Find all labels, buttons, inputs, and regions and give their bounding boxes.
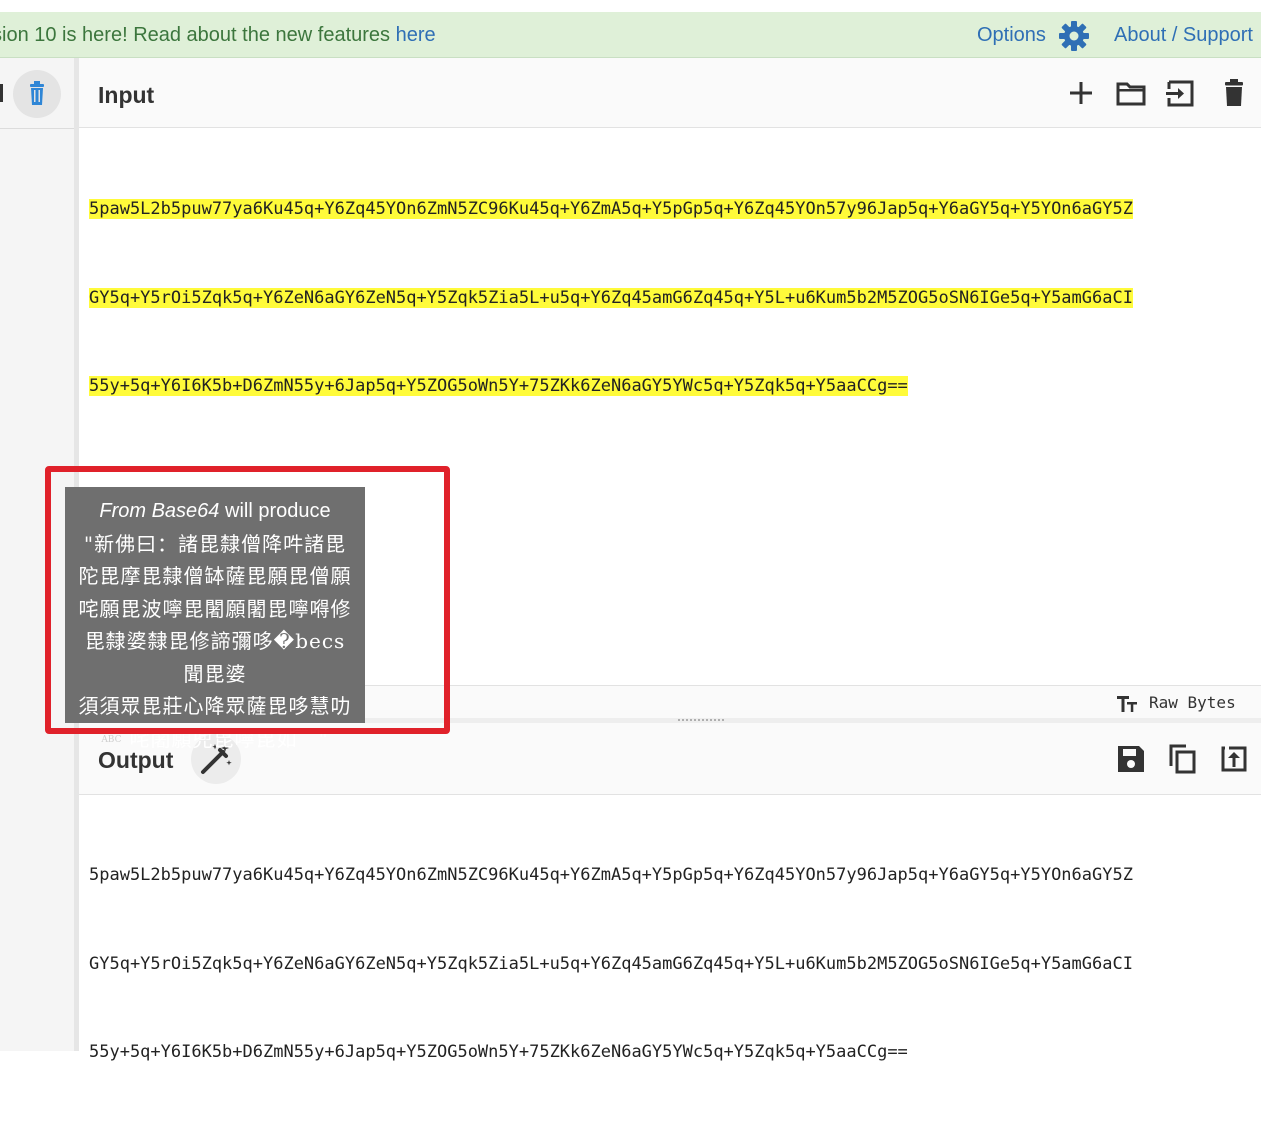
input-line: 5paw5L2b5puw77ya6Ku45q+Y6Zq45YOn6ZmN5ZC9… (89, 199, 1133, 219)
pane-edge (0, 84, 3, 102)
save-icon[interactable] (1116, 744, 1146, 774)
recipe-header (0, 58, 74, 129)
text-format-icon[interactable] (1116, 694, 1140, 714)
output-line: 5paw5L2b5puw77ya6Ku45q+Y6Zq45YOn6ZmN5ZC9… (89, 865, 1133, 885)
input-textarea[interactable]: 5paw5L2b5puw77ya6Ku45q+Y6Zq45YOn6ZmN5ZC9… (89, 136, 1261, 461)
input-line: 55y+5q+Y6I6K5b+D6ZmN55y+6Jap5q+Y5ZOG5oWn… (89, 376, 908, 396)
output-line: GY5q+Y5rOi5Zqk5q+Y6ZeN6aGY6ZeN5q+Y5Zqk5Z… (89, 953, 1133, 974)
raw-bytes-label[interactable]: Raw Bytes (1149, 693, 1236, 712)
open-file-icon[interactable] (1165, 78, 1195, 108)
gear-icon[interactable] (1058, 20, 1090, 52)
abc-icon: ABC (101, 734, 122, 745)
open-folder-icon[interactable] (1116, 78, 1146, 108)
trash-icon (30, 81, 44, 105)
input-line: GY5q+Y5rOi5Zqk5q+Y6ZeN6aGY6ZeN5q+Y5Zqk5Z… (89, 287, 1133, 308)
clear-input-icon[interactable] (1219, 78, 1249, 108)
banner-link[interactable]: here (396, 24, 436, 46)
output-pane: Output 5paw5L2b5puw77ya6Ku45q+Y6Zq45YOn6… (79, 723, 1261, 1062)
input-title: Input (98, 82, 155, 108)
notice-banner: sion 10 is here! Read about the new feat… (0, 12, 1261, 58)
output-textarea[interactable]: 5paw5L2b5puw77ya6Ku45q+Y6Zq45YOn6ZmN5ZC9… (89, 802, 1261, 1127)
annotation-highlight-box (45, 466, 450, 734)
top-gap (0, 0, 1261, 12)
copy-icon[interactable] (1167, 744, 1197, 774)
add-tab-icon[interactable] (1066, 78, 1096, 108)
options-link[interactable]: Options (977, 12, 1046, 57)
output-line: 55y+5q+Y6I6K5b+D6ZmN55y+6Jap5q+Y5ZOG5oWn… (89, 1042, 908, 1062)
clear-recipe-button[interactable] (13, 70, 61, 118)
replace-input-icon[interactable] (1219, 744, 1249, 774)
banner-message: sion 10 is here! Read about the new feat… (0, 24, 436, 46)
about-support-link[interactable]: About / Support (1114, 12, 1253, 57)
input-header: Input (79, 58, 1261, 128)
